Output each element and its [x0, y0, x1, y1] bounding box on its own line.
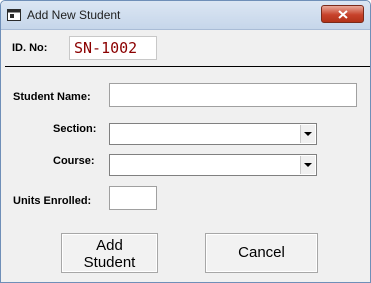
student-name-label: Student Name: — [13, 91, 91, 103]
window-title: Add New Student — [27, 8, 121, 22]
separator-line — [5, 66, 370, 67]
close-icon — [338, 10, 348, 19]
course-label: Course: — [53, 155, 95, 167]
app-window-icon — [7, 9, 21, 21]
add-student-label-line1: Add — [96, 237, 123, 254]
id-number-display: SN-1002 — [69, 36, 157, 60]
cancel-button[interactable]: Cancel — [205, 233, 318, 273]
chevron-down-icon — [304, 132, 312, 136]
add-student-button[interactable]: Add Student — [61, 233, 158, 273]
student-name-input[interactable] — [109, 83, 357, 107]
course-select[interactable] — [109, 154, 317, 176]
close-button[interactable] — [321, 5, 364, 23]
section-dropdown-arrow[interactable] — [300, 125, 315, 143]
units-enrolled-label: Units Enrolled: — [13, 195, 92, 207]
section-label: Section: — [53, 123, 97, 135]
id-label: ID. No: — [12, 42, 48, 54]
add-student-window: Add New Student ID. No: SN-1002 Student … — [0, 0, 371, 283]
add-student-label-line2: Student — [83, 254, 136, 271]
course-dropdown-arrow[interactable] — [300, 156, 315, 174]
title-bar[interactable]: Add New Student — [1, 1, 370, 30]
chevron-down-icon — [304, 163, 312, 167]
section-select[interactable] — [109, 123, 317, 145]
units-enrolled-input[interactable] — [109, 186, 157, 210]
